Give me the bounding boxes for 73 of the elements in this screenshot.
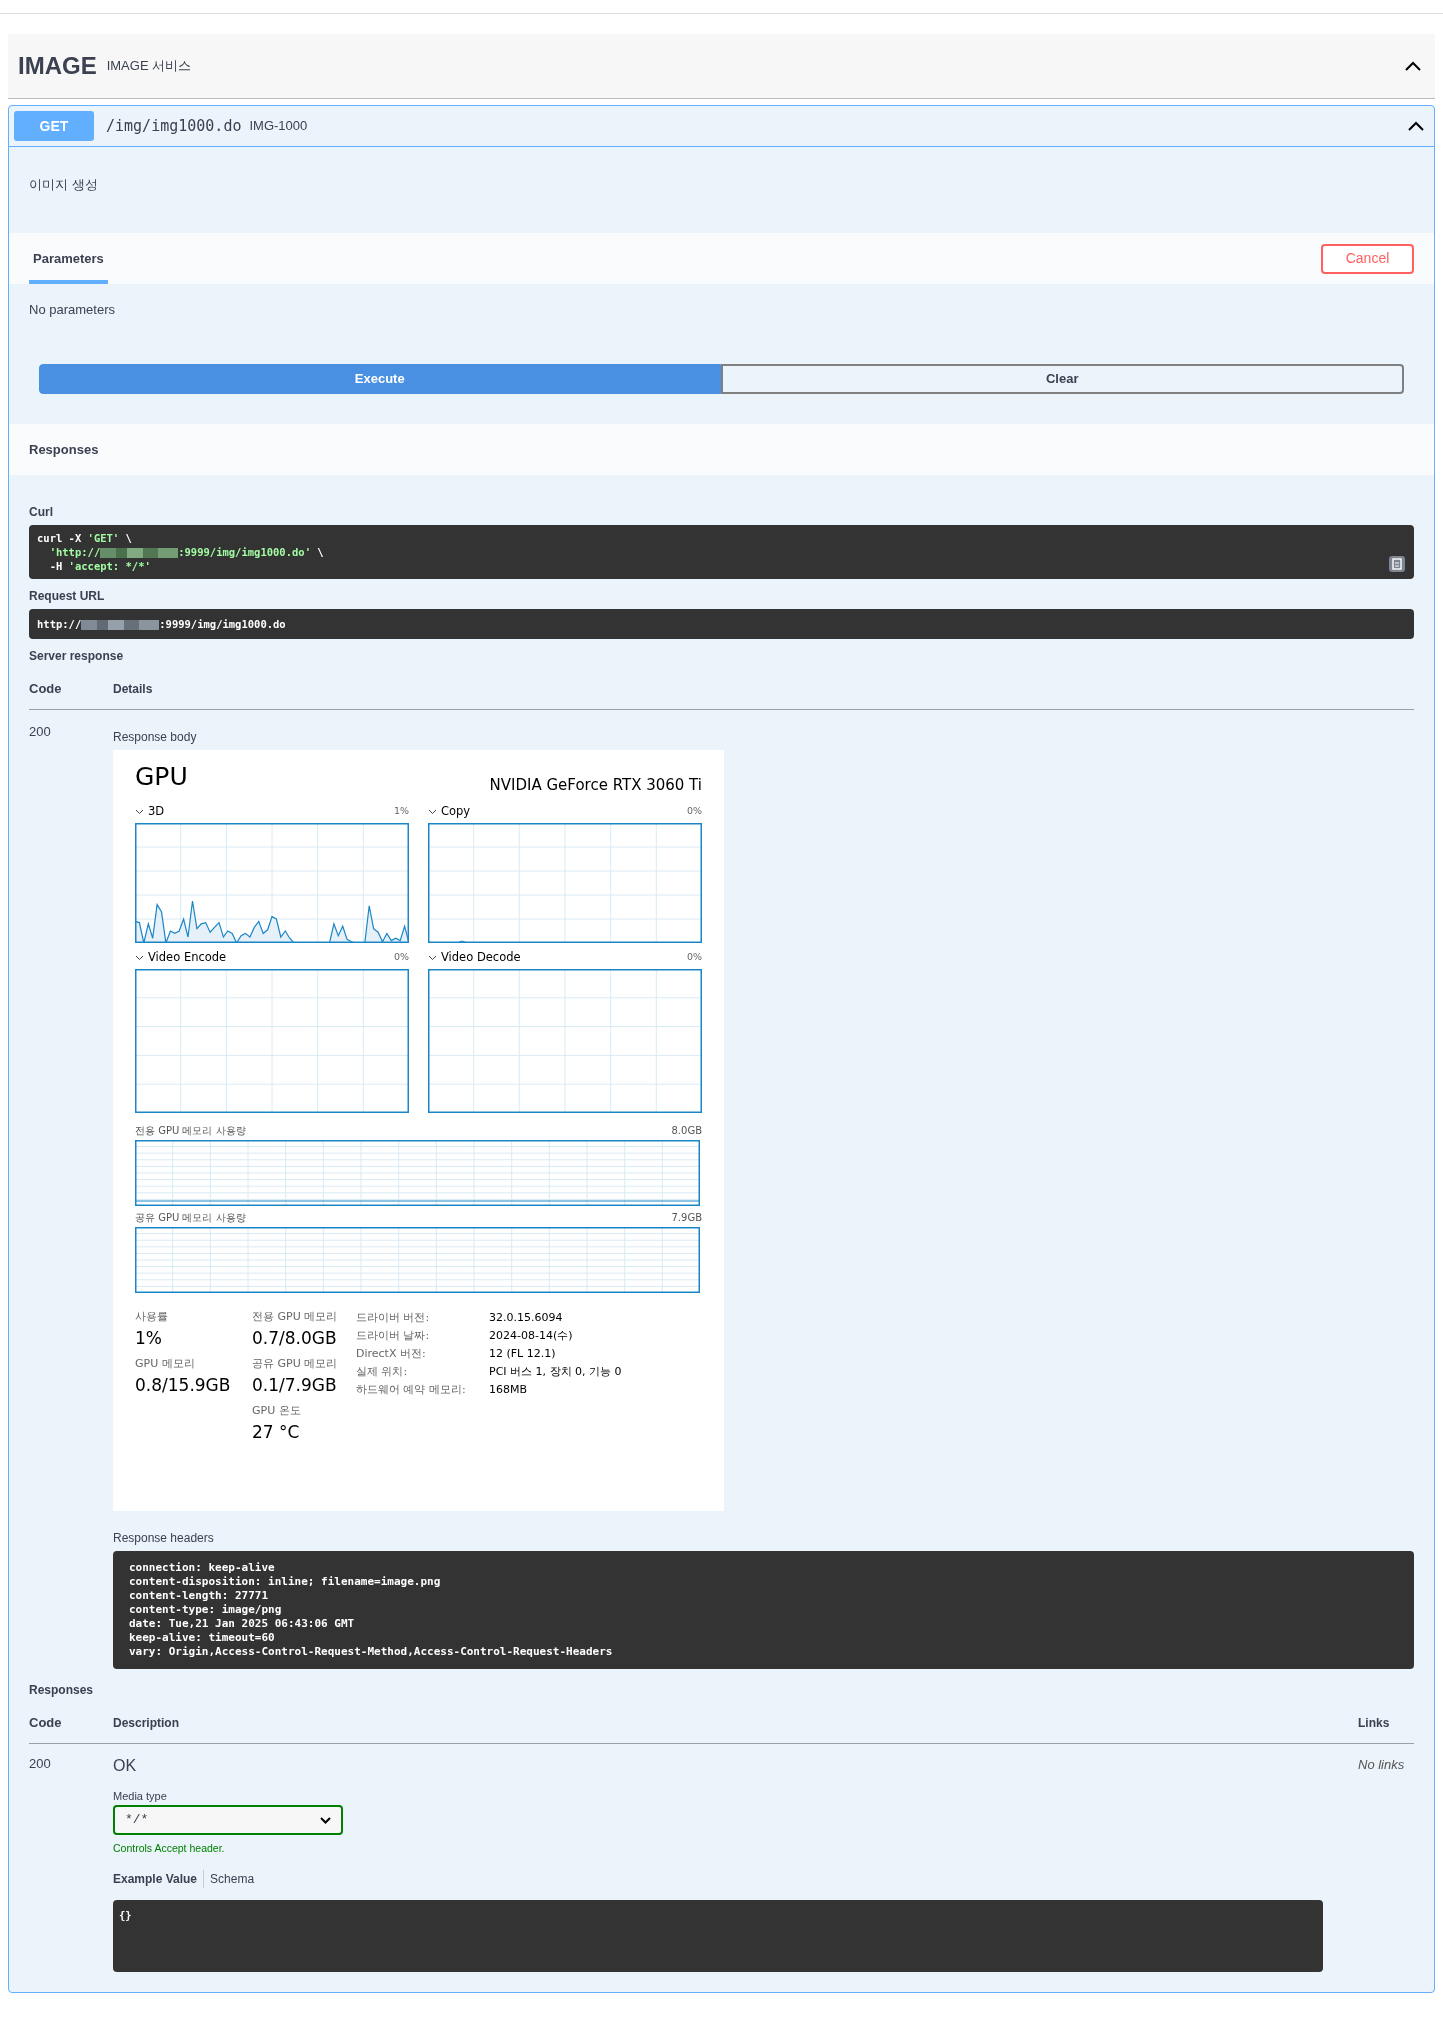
empty-message: No parameters bbox=[29, 302, 115, 317]
graph-reading: 1% bbox=[393, 804, 409, 818]
code-block: connection: keep-alive content-disposition: inline; filename=image.png content-length: 27771 content-type: image/png date: Tue,21 Jan 2025 06:43:06 GMT keep-alive: timeout=60 vary: Origin,Access-Control-Request-Method,Access-Control-Request-Headers bbox=[113, 1551, 1414, 1669]
column-header: Links bbox=[1358, 1715, 1391, 1732]
detail-label: 실제 위치: bbox=[356, 1364, 409, 1380]
example-tab[interactable]: Schema bbox=[203, 1870, 261, 1889]
detail-label: 드라이버 버전: bbox=[356, 1310, 431, 1326]
device-name: NVIDIA GeForce RTX 3060 Ti bbox=[489, 775, 702, 796]
graph-label: Video Encode bbox=[148, 948, 227, 966]
code-block: {} bbox=[113, 1900, 1323, 1973]
graph-label: 3D bbox=[148, 802, 165, 820]
code-block: curl -X 'GET' \ 'http:// :9999/img/img1000.do' \ -H 'accept: */*' bbox=[29, 525, 1414, 579]
parameters-tab[interactable]: Parameters bbox=[29, 233, 108, 284]
code-block: http:// :9999/img/img1000.do bbox=[29, 609, 1414, 639]
column-header: Description bbox=[113, 1715, 180, 1732]
chevron-icon[interactable] bbox=[428, 807, 437, 815]
graph-label: Video Decode bbox=[441, 948, 521, 966]
column-header: Details bbox=[113, 681, 153, 698]
stat-label: 사용률 bbox=[135, 1309, 169, 1325]
stat-value: 0.8/15.9GB bbox=[135, 1373, 232, 1397]
field-label: Response headers bbox=[113, 1530, 215, 1547]
column-header: Code bbox=[29, 680, 63, 699]
graph-reading: 8.0GB bbox=[671, 1124, 702, 1138]
field-label: Media type bbox=[113, 1789, 168, 1804]
graph-reading: 0% bbox=[686, 950, 702, 965]
endpoint-summary: IMG-1000 bbox=[249, 117, 308, 136]
field-label: Curl bbox=[29, 504, 54, 521]
graph-label: Copy bbox=[441, 802, 471, 820]
copy-icon[interactable] bbox=[1388, 555, 1406, 573]
chevron-icon[interactable] bbox=[428, 953, 437, 961]
stat-value: 1% bbox=[135, 1326, 163, 1350]
detail-value: 12 (FL 12.1) bbox=[489, 1346, 556, 1362]
chevron-icon[interactable] bbox=[135, 953, 144, 961]
column-header: Code bbox=[29, 1714, 63, 1733]
action-button[interactable]: Clear bbox=[720, 364, 1404, 394]
detail-label: 하드웨어 예약 메모리: bbox=[356, 1382, 467, 1398]
status-code: 200 bbox=[29, 724, 51, 739]
detail-value: PCI 버스 1, 장치 0, 기능 0 bbox=[489, 1364, 622, 1380]
stat-value: 0.7/8.0GB bbox=[252, 1326, 338, 1350]
status-code: 200 bbox=[29, 1756, 51, 1771]
stat-label: 공유 GPU 메모리 bbox=[252, 1356, 339, 1372]
detail-value: 2024-08-14(수) bbox=[489, 1328, 573, 1344]
stat-value: 27 °C bbox=[252, 1420, 301, 1444]
graph-label: 공유 GPU 메모리 사용량 bbox=[135, 1211, 246, 1225]
links-text: No links bbox=[1358, 1757, 1405, 1772]
response-description: OK bbox=[113, 1756, 138, 1776]
graph-reading: 0% bbox=[393, 950, 409, 965]
section-label: Responses bbox=[29, 440, 99, 459]
stat-label: 전용 GPU 메모리 bbox=[252, 1309, 339, 1325]
stat-label: GPU 온도 bbox=[252, 1403, 302, 1419]
caret-icon bbox=[320, 1815, 331, 1824]
section-description: IMAGE 서비스 bbox=[106, 57, 192, 76]
stat-label: GPU 메모리 bbox=[135, 1356, 196, 1372]
graph-reading: 0% bbox=[686, 804, 702, 818]
example-tab[interactable]: Example Value bbox=[113, 1870, 204, 1889]
detail-label: DirectX 버전: bbox=[356, 1346, 427, 1362]
section-title: IMAGE bbox=[18, 51, 97, 81]
section-label: Responses bbox=[29, 1682, 95, 1699]
graph-label: 전용 GPU 메모리 사용량 bbox=[135, 1124, 246, 1138]
stat-value: 0.1/7.9GB bbox=[252, 1373, 338, 1397]
field-label: Server response bbox=[29, 648, 125, 665]
graph-reading: 7.9GB bbox=[671, 1211, 702, 1225]
endpoint-description: 이미지 생성 bbox=[29, 177, 98, 192]
detail-value: 32.0.15.6094 bbox=[489, 1310, 563, 1326]
hint-text: Controls Accept header. bbox=[113, 1840, 226, 1856]
field-label: Response body bbox=[113, 729, 198, 746]
detail-value: 168MB bbox=[489, 1382, 528, 1398]
field-label: Request URL bbox=[29, 588, 106, 605]
media-type-select[interactable]: */* bbox=[113, 1804, 343, 1835]
detail-label: 드라이버 날짜: bbox=[356, 1328, 431, 1344]
endpoint-path: /img/img1000.do bbox=[106, 115, 242, 137]
panel-title: GPU bbox=[135, 764, 188, 789]
chevron-icon[interactable] bbox=[135, 807, 144, 815]
